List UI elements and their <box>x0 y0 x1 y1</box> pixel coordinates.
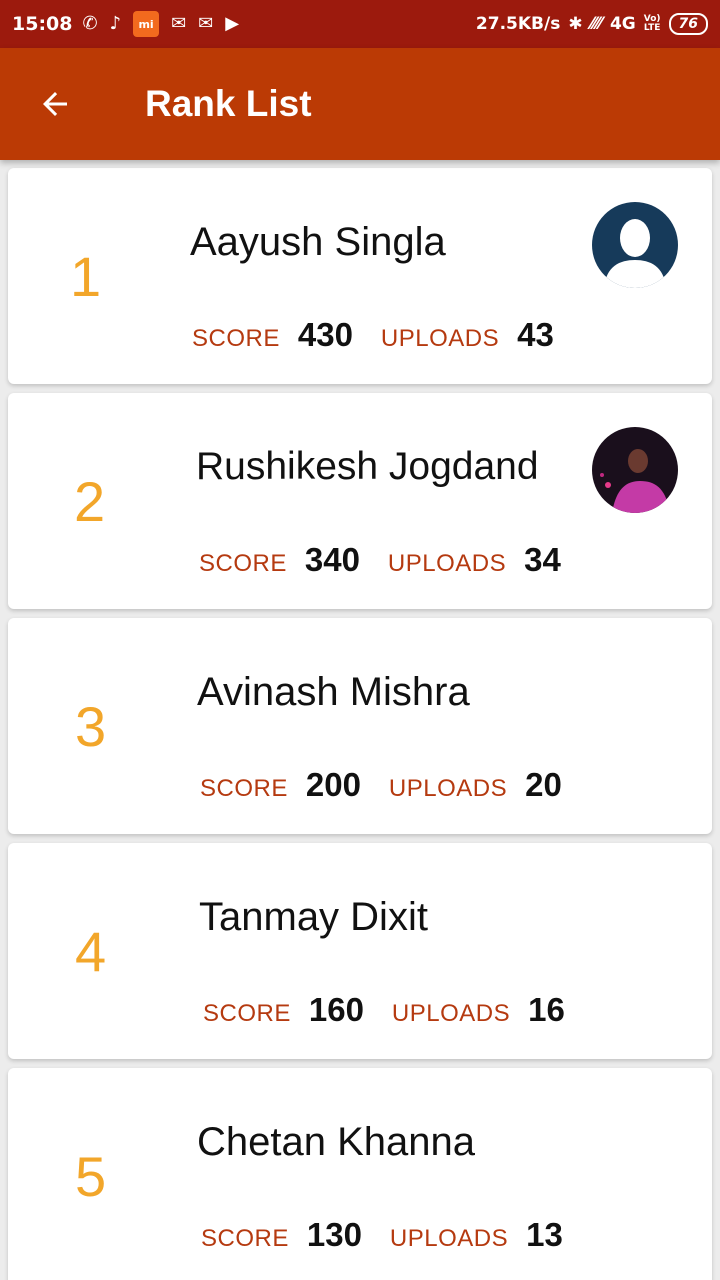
status-time: 15:08 <box>12 13 73 35</box>
uploads-value: 16 <box>528 991 565 1028</box>
stats-row: SCORE 340 UPLOADS 34 <box>199 541 589 579</box>
rank-card-4[interactable]: 4 Tanmay Dixit SCORE 160 UPLOADS 16 <box>8 843 712 1059</box>
user-name: Avinash Mishra <box>197 670 470 714</box>
rank-number: 1 <box>70 245 102 308</box>
user-name: Tanmay Dixit <box>199 895 428 939</box>
user-photo <box>592 427 678 513</box>
score-value: 160 <box>308 991 364 1028</box>
user-name: Chetan Khanna <box>197 1120 476 1164</box>
uploads-value: 20 <box>525 766 562 803</box>
stats-row: SCORE 160 UPLOADS 16 <box>203 991 593 1029</box>
score-value: 200 <box>305 766 361 803</box>
battery-icon: 76 <box>668 13 708 35</box>
rank-number: 4 <box>75 920 107 983</box>
user-name: Rushikesh Jogdand <box>196 445 539 488</box>
rank-card-1[interactable]: 1 Aayush Singla SCORE 430 UPLOADS 43 <box>8 168 712 384</box>
gmail-icon-2: ✉ <box>198 13 214 34</box>
score-value: 340 <box>304 541 360 578</box>
back-button[interactable] <box>0 48 110 160</box>
stats-row: SCORE 130 UPLOADS 13 <box>201 1216 591 1254</box>
whatsapp-icon: ✆ <box>82 13 98 34</box>
rank-card-5[interactable]: 5 Chetan Khanna SCORE 130 UPLOADS 13 <box>8 1068 712 1280</box>
arrow-left-icon <box>43 92 67 116</box>
avatar <box>592 202 678 288</box>
signal-icon: ⁄⁄⁄⁄ <box>590 14 602 34</box>
app-bar: Rank List <box>0 48 720 160</box>
stats-row: SCORE 430 UPLOADS 43 <box>192 316 582 354</box>
uploads-value: 34 <box>524 541 561 578</box>
notification-icons: ✆ ♪ mi ✉ ✉ ▶ <box>82 11 239 37</box>
tiktok-icon: ♪ <box>109 13 122 34</box>
score-value: 430 <box>297 316 353 353</box>
score-label: SCORE <box>199 550 287 577</box>
mi-icon: mi <box>133 11 160 37</box>
uploads-label: UPLOADS <box>380 325 500 352</box>
rank-card-2[interactable]: 2 Rushikesh Jogdand SCORE 340 UPLOADS 34 <box>8 393 712 609</box>
avatar <box>592 427 678 513</box>
rank-number: 3 <box>75 695 107 758</box>
volte-bottom: LTE <box>643 23 661 33</box>
score-label: SCORE <box>203 1000 291 1027</box>
play-store-icon: ▶ <box>225 13 240 34</box>
network-type: 4G <box>609 14 636 34</box>
uploads-label: UPLOADS <box>391 1000 511 1027</box>
uploads-label: UPLOADS <box>387 550 507 577</box>
volte-icon: Vo) LTE <box>644 15 661 33</box>
stats-row: SCORE 200 UPLOADS 20 <box>200 766 590 804</box>
uploads-value: 43 <box>517 316 554 353</box>
status-bar: 15:08 ✆ ♪ mi ✉ ✉ ▶ 27.5KB/s ✱ ⁄⁄⁄⁄ 4G Vo… <box>0 0 720 48</box>
user-name: Aayush Singla <box>190 220 446 264</box>
bluetooth-icon: ✱ <box>568 14 583 34</box>
uploads-value: 13 <box>526 1216 563 1253</box>
score-label: SCORE <box>201 1225 289 1252</box>
uploads-label: UPLOADS <box>389 1225 509 1252</box>
score-label: SCORE <box>192 325 280 352</box>
gmail-icon: ✉ <box>171 13 187 34</box>
page-title: Rank List <box>145 83 312 124</box>
network-speed: 27.5KB/s <box>475 14 561 34</box>
score-value: 130 <box>306 1216 362 1253</box>
rank-card-3[interactable]: 3 Avinash Mishra SCORE 200 UPLOADS 20 <box>8 618 712 834</box>
rank-number: 2 <box>74 470 106 533</box>
user-silhouette-icon <box>592 202 678 288</box>
uploads-label: UPLOADS <box>388 775 508 802</box>
score-label: SCORE <box>200 775 288 802</box>
system-icons: 27.5KB/s ✱ ⁄⁄⁄⁄ 4G Vo) LTE 76 <box>476 13 708 35</box>
rank-number: 5 <box>75 1145 107 1208</box>
